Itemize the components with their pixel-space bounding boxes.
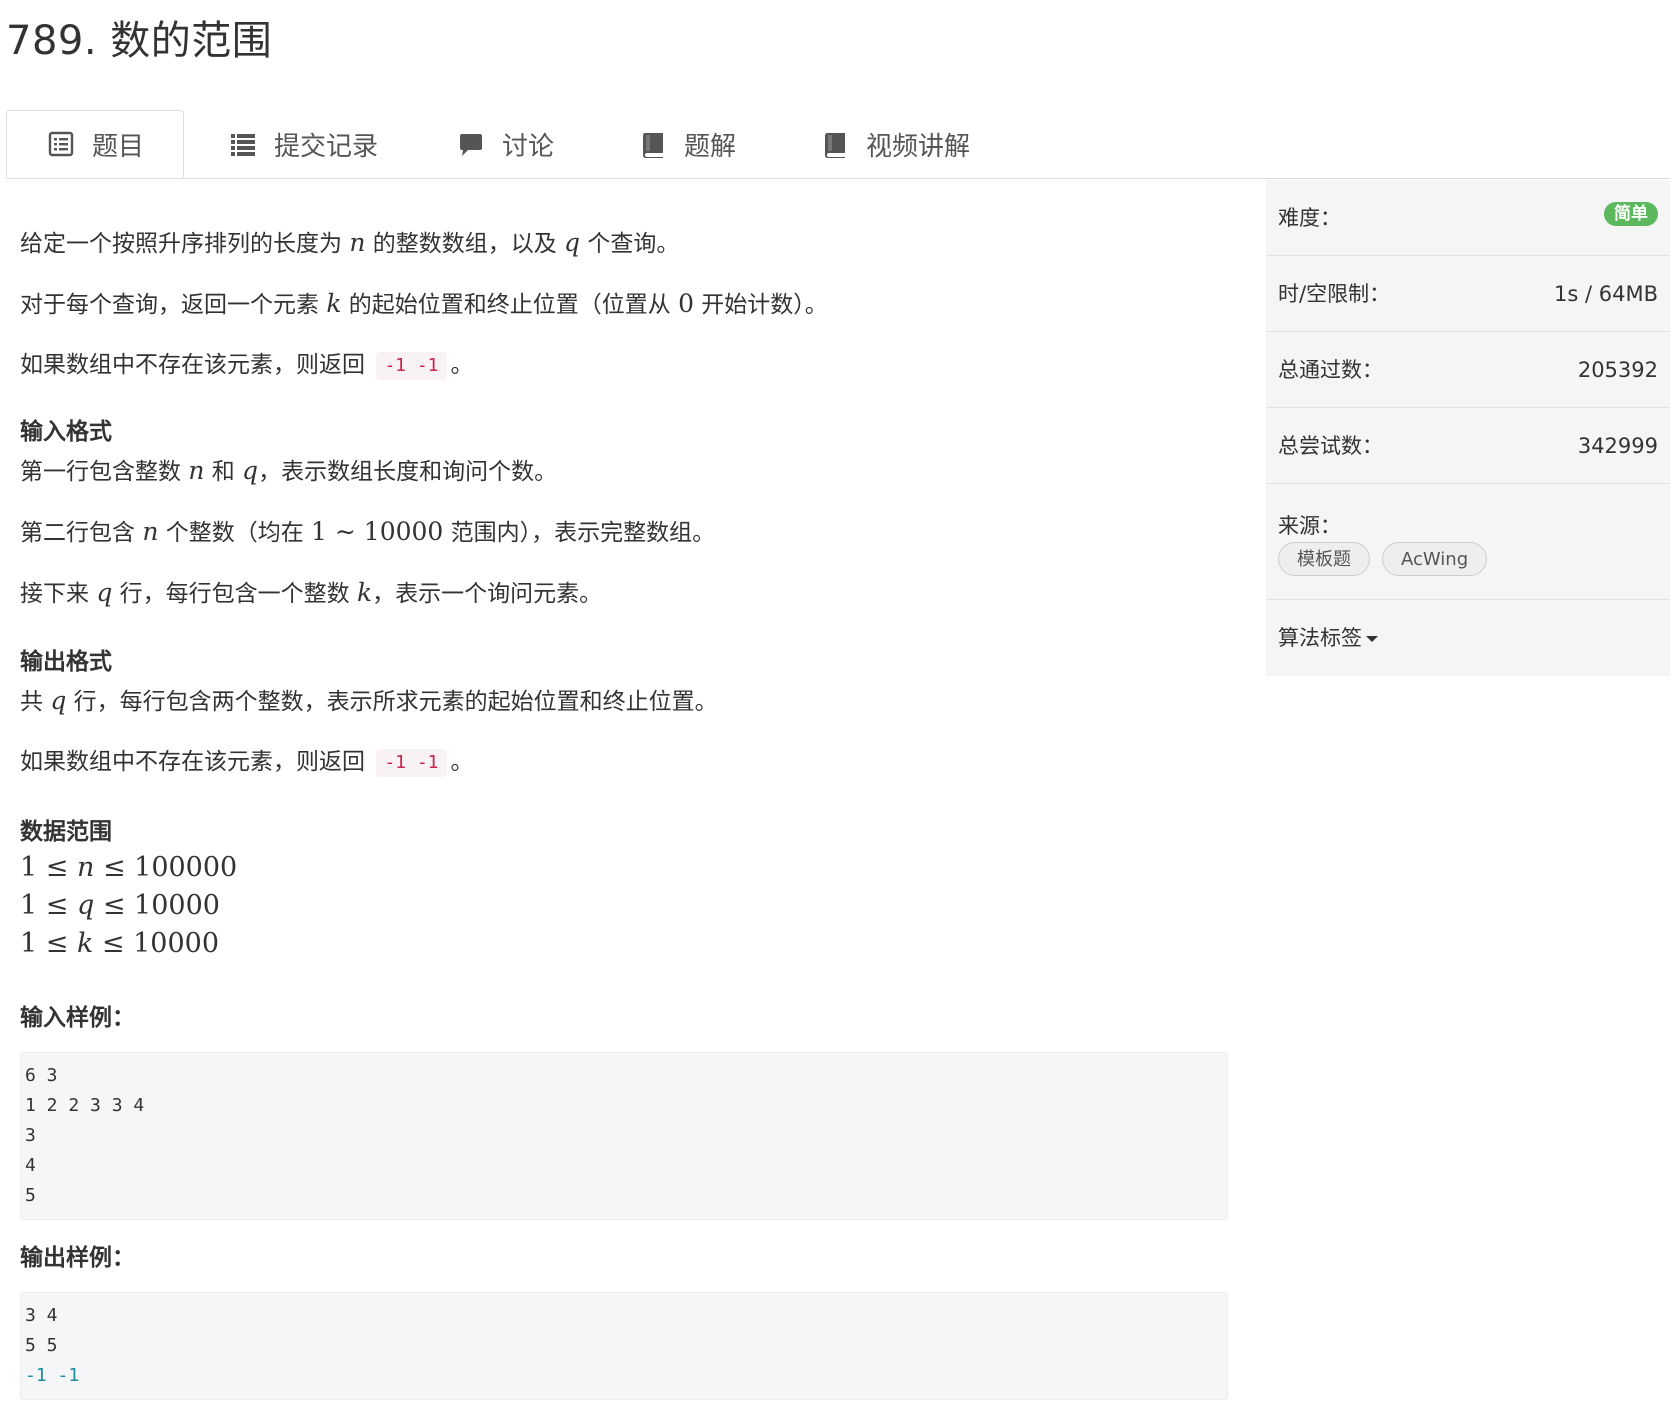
problem-description: 给定一个按照升序排列的长度为 n 的整数数组，以及 q 个查询。 (20, 228, 680, 257)
limit-label: 时/空限制： (1278, 282, 1391, 306)
code-line: 6 3 (25, 1065, 58, 1086)
tab-label: 提交记录 (274, 131, 379, 162)
code-line: -1 -1 (25, 1365, 80, 1386)
limit-value: 1s / 64MB (1554, 282, 1658, 306)
code-line: 5 (25, 1185, 36, 1206)
sample-input-heading: 输入样例： (20, 1005, 135, 1031)
range-line: 1 ≤ q ≤ 10000 (20, 890, 220, 921)
page-title: 789. 数的范围 (6, 18, 273, 64)
difficulty-label: 难度： (1278, 206, 1341, 230)
problem-tabs: 题目 提交记录 讨论 题解 视频讲解 (6, 110, 1670, 179)
code-line: 1 2 2 3 3 4 (25, 1095, 145, 1116)
list-alt-icon (46, 129, 76, 159)
output-format-text: 共 q 行，每行包含两个整数，表示所求元素的起始位置和终止位置。 (20, 686, 718, 715)
tab-problem[interactable]: 题目 (6, 110, 184, 178)
algo-tags-row: 算法标签 (1266, 600, 1670, 676)
tab-discussion[interactable]: 讨论 (456, 110, 554, 178)
tried-value: 342999 (1577, 434, 1658, 458)
difficulty-row: 难度： 简单 (1266, 180, 1670, 256)
tab-submissions[interactable]: 提交记录 (228, 110, 378, 178)
input-format-text: 第二行包含 n 个整数（均在 1 ∼ 10000 范围内），表示完整数组。 (20, 517, 716, 546)
code-line: 3 4 (25, 1305, 58, 1326)
tab-label: 题解 (684, 131, 737, 162)
inline-code: -1 -1 (376, 748, 447, 777)
tried-row: 总尝试数： 342999 (1266, 408, 1670, 484)
source-tag[interactable]: AcWing (1382, 542, 1488, 576)
tab-label: 题目 (91, 131, 144, 162)
caret-down-icon (1366, 636, 1378, 642)
data-range-heading: 数据范围 (20, 819, 112, 845)
algo-tags-label: 算法标签 (1278, 626, 1362, 650)
code-line: 4 (25, 1155, 36, 1176)
input-format-heading: 输入格式 (20, 419, 112, 445)
input-format-text: 接下来 q 行，每行包含一个整数 k，表示一个询问元素。 (20, 578, 603, 607)
list-icon (228, 129, 258, 159)
problem-description: 如果数组中不存在该元素，则返回 -1 -1。 (20, 351, 474, 380)
code-line: 3 (25, 1125, 36, 1146)
tab-video[interactable]: 视频讲解 (820, 110, 970, 178)
limit-row: 时/空限制： 1s / 64MB (1266, 256, 1670, 332)
comment-icon (456, 129, 486, 159)
range-line: 1 ≤ k ≤ 10000 (20, 928, 220, 959)
algo-tags-toggle[interactable]: 算法标签 (1278, 600, 1378, 676)
sample-output-heading: 输出样例： (20, 1245, 135, 1271)
range-line: 1 ≤ n ≤ 100000 (20, 852, 238, 883)
passed-row: 总通过数： 205392 (1266, 332, 1670, 408)
output-format-heading: 输出格式 (20, 649, 112, 675)
tab-solutions[interactable]: 题解 (638, 110, 736, 178)
difficulty-badge: 简单 (1604, 202, 1658, 226)
tried-label: 总尝试数： (1278, 434, 1383, 458)
sample-output-code[interactable]: 3 4 5 5 -1 -1 (20, 1292, 1228, 1400)
inline-code: -1 -1 (376, 351, 447, 380)
tab-label: 讨论 (502, 131, 555, 162)
output-format-text: 如果数组中不存在该元素，则返回 -1 -1。 (20, 748, 474, 777)
source-label: 来源： (1278, 514, 1341, 538)
input-format-text: 第一行包含整数 n 和 q，表示数组长度和询问个数。 (20, 456, 558, 485)
source-row: 来源： 模板题 AcWing (1266, 484, 1670, 600)
book-icon (638, 129, 668, 159)
book-icon (820, 129, 850, 159)
code-line: 5 5 (25, 1335, 58, 1356)
problem-info-sidebar: 难度： 简单 时/空限制： 1s / 64MB 总通过数： 205392 总尝试… (1266, 180, 1670, 676)
problem-description: 对于每个查询，返回一个元素 k 的起始位置和终止位置（位置从 0 开始计数）。 (20, 289, 828, 318)
sample-input-code[interactable]: 6 3 1 2 2 3 3 4 3 4 5 (20, 1052, 1228, 1220)
passed-value: 205392 (1577, 358, 1658, 382)
source-tag[interactable]: 模板题 (1278, 542, 1370, 576)
passed-label: 总通过数： (1278, 358, 1383, 382)
tab-label: 视频讲解 (866, 131, 971, 162)
